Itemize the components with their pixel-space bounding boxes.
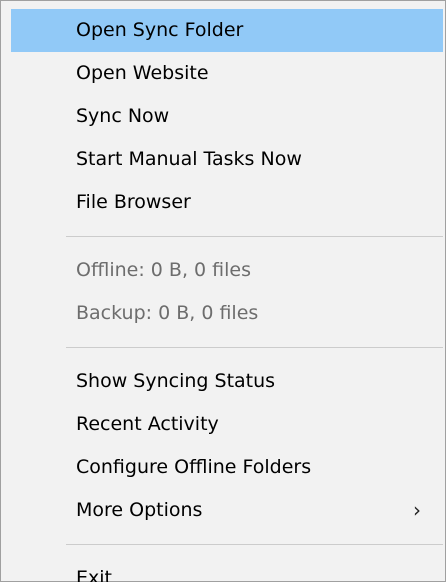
menu-item-backup-status: Backup: 0 B, 0 files — [76, 302, 259, 324]
chevron-right-icon: › — [413, 498, 421, 522]
menu-separator — [66, 347, 443, 348]
menu-item-file-browser[interactable]: File Browser — [11, 181, 443, 224]
context-menu: Open Sync Folder Open Website Sync Now S… — [0, 0, 446, 582]
menu-item-more-options[interactable]: More Options › — [11, 489, 443, 532]
menu-item-recent-activity[interactable]: Recent Activity — [11, 403, 443, 446]
menu-item-show-syncing-status[interactable]: Show Syncing Status — [11, 360, 443, 403]
menu-item-start-manual-tasks-now[interactable]: Start Manual Tasks Now — [11, 138, 443, 181]
menu-item-open-sync-folder[interactable]: Open Sync Folder — [11, 9, 443, 52]
menu-item-configure-offline-folders[interactable]: Configure Offline Folders — [11, 446, 443, 489]
menu-item-open-website[interactable]: Open Website — [11, 52, 443, 95]
menu-item-offline-status: Offline: 0 B, 0 files — [76, 259, 251, 281]
menu-item-sync-now[interactable]: Sync Now — [11, 95, 443, 138]
menu-item-exit[interactable]: Exit — [11, 557, 443, 582]
menu-separator — [66, 236, 443, 237]
menu-item-more-options-label: More Options — [76, 499, 203, 521]
menu-separator — [66, 544, 443, 545]
